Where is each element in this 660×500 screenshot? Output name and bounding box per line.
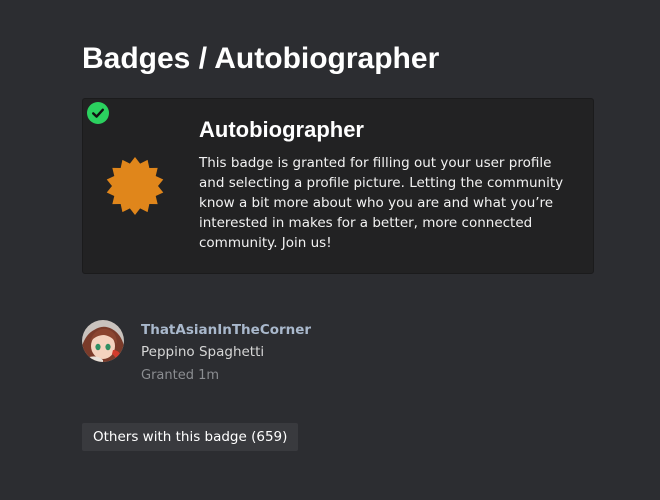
check-circle-icon — [87, 102, 109, 124]
badge-grant: ThatAsianInTheCorner Peppino Spaghetti G… — [82, 318, 482, 388]
badge-card: Autobiographer This badge is granted for… — [82, 98, 594, 274]
page-title: Badges / Autobiographer — [82, 42, 440, 75]
badge-name: Autobiographer — [199, 117, 364, 142]
page: Badges / Autobiographer Autobiographer T… — [0, 0, 660, 500]
others-with-badge-button[interactable]: Others with this badge (659) — [82, 423, 299, 451]
username-link[interactable]: ThatAsianInTheCorner — [141, 321, 311, 339]
user-full-name: Peppino Spaghetti — [141, 344, 265, 360]
granted-time: Granted 1m — [141, 368, 220, 383]
badge-burst-icon — [106, 157, 164, 215]
avatar-image — [82, 320, 124, 362]
badge-description: This badge is granted for filling out yo… — [199, 155, 564, 251]
avatar[interactable] — [82, 320, 124, 362]
